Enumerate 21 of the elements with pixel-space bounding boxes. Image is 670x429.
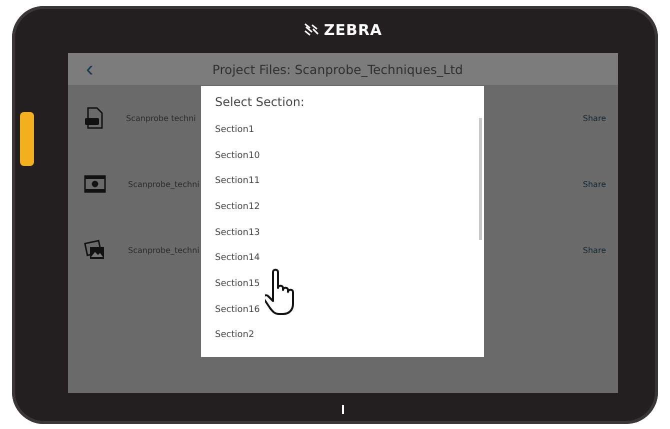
section-item[interactable]: Section10	[215, 142, 470, 168]
section-item[interactable]: Section1	[215, 117, 470, 143]
section-item[interactable]: Section11	[215, 168, 470, 194]
section-item[interactable]: Section14	[215, 245, 470, 272]
pdf-file-icon	[84, 107, 104, 129]
side-button[interactable]	[20, 112, 34, 166]
file-name: Scanprobe_techni	[128, 246, 200, 254]
page-title: Project Files: Scanprobe_Techniques_Ltd	[211, 62, 464, 76]
film-icon	[84, 175, 106, 193]
section-item[interactable]: Section15	[215, 271, 470, 297]
file-name: Scanprobe_techni	[128, 180, 200, 188]
section-item[interactable]: Section13	[215, 220, 470, 246]
section-item[interactable]: Section12	[215, 194, 470, 220]
section-item[interactable]: Section2	[215, 322, 470, 348]
section-item[interactable]: Section16	[215, 296, 470, 322]
brand-logo: ZEBRA	[324, 20, 382, 38]
home-indicator	[342, 405, 344, 414]
file-name: Scanprobe techni	[126, 114, 196, 122]
zebra-stripes-icon	[304, 22, 320, 36]
photos-icon	[84, 239, 106, 261]
dialog-title: Select Section:	[215, 95, 306, 109]
